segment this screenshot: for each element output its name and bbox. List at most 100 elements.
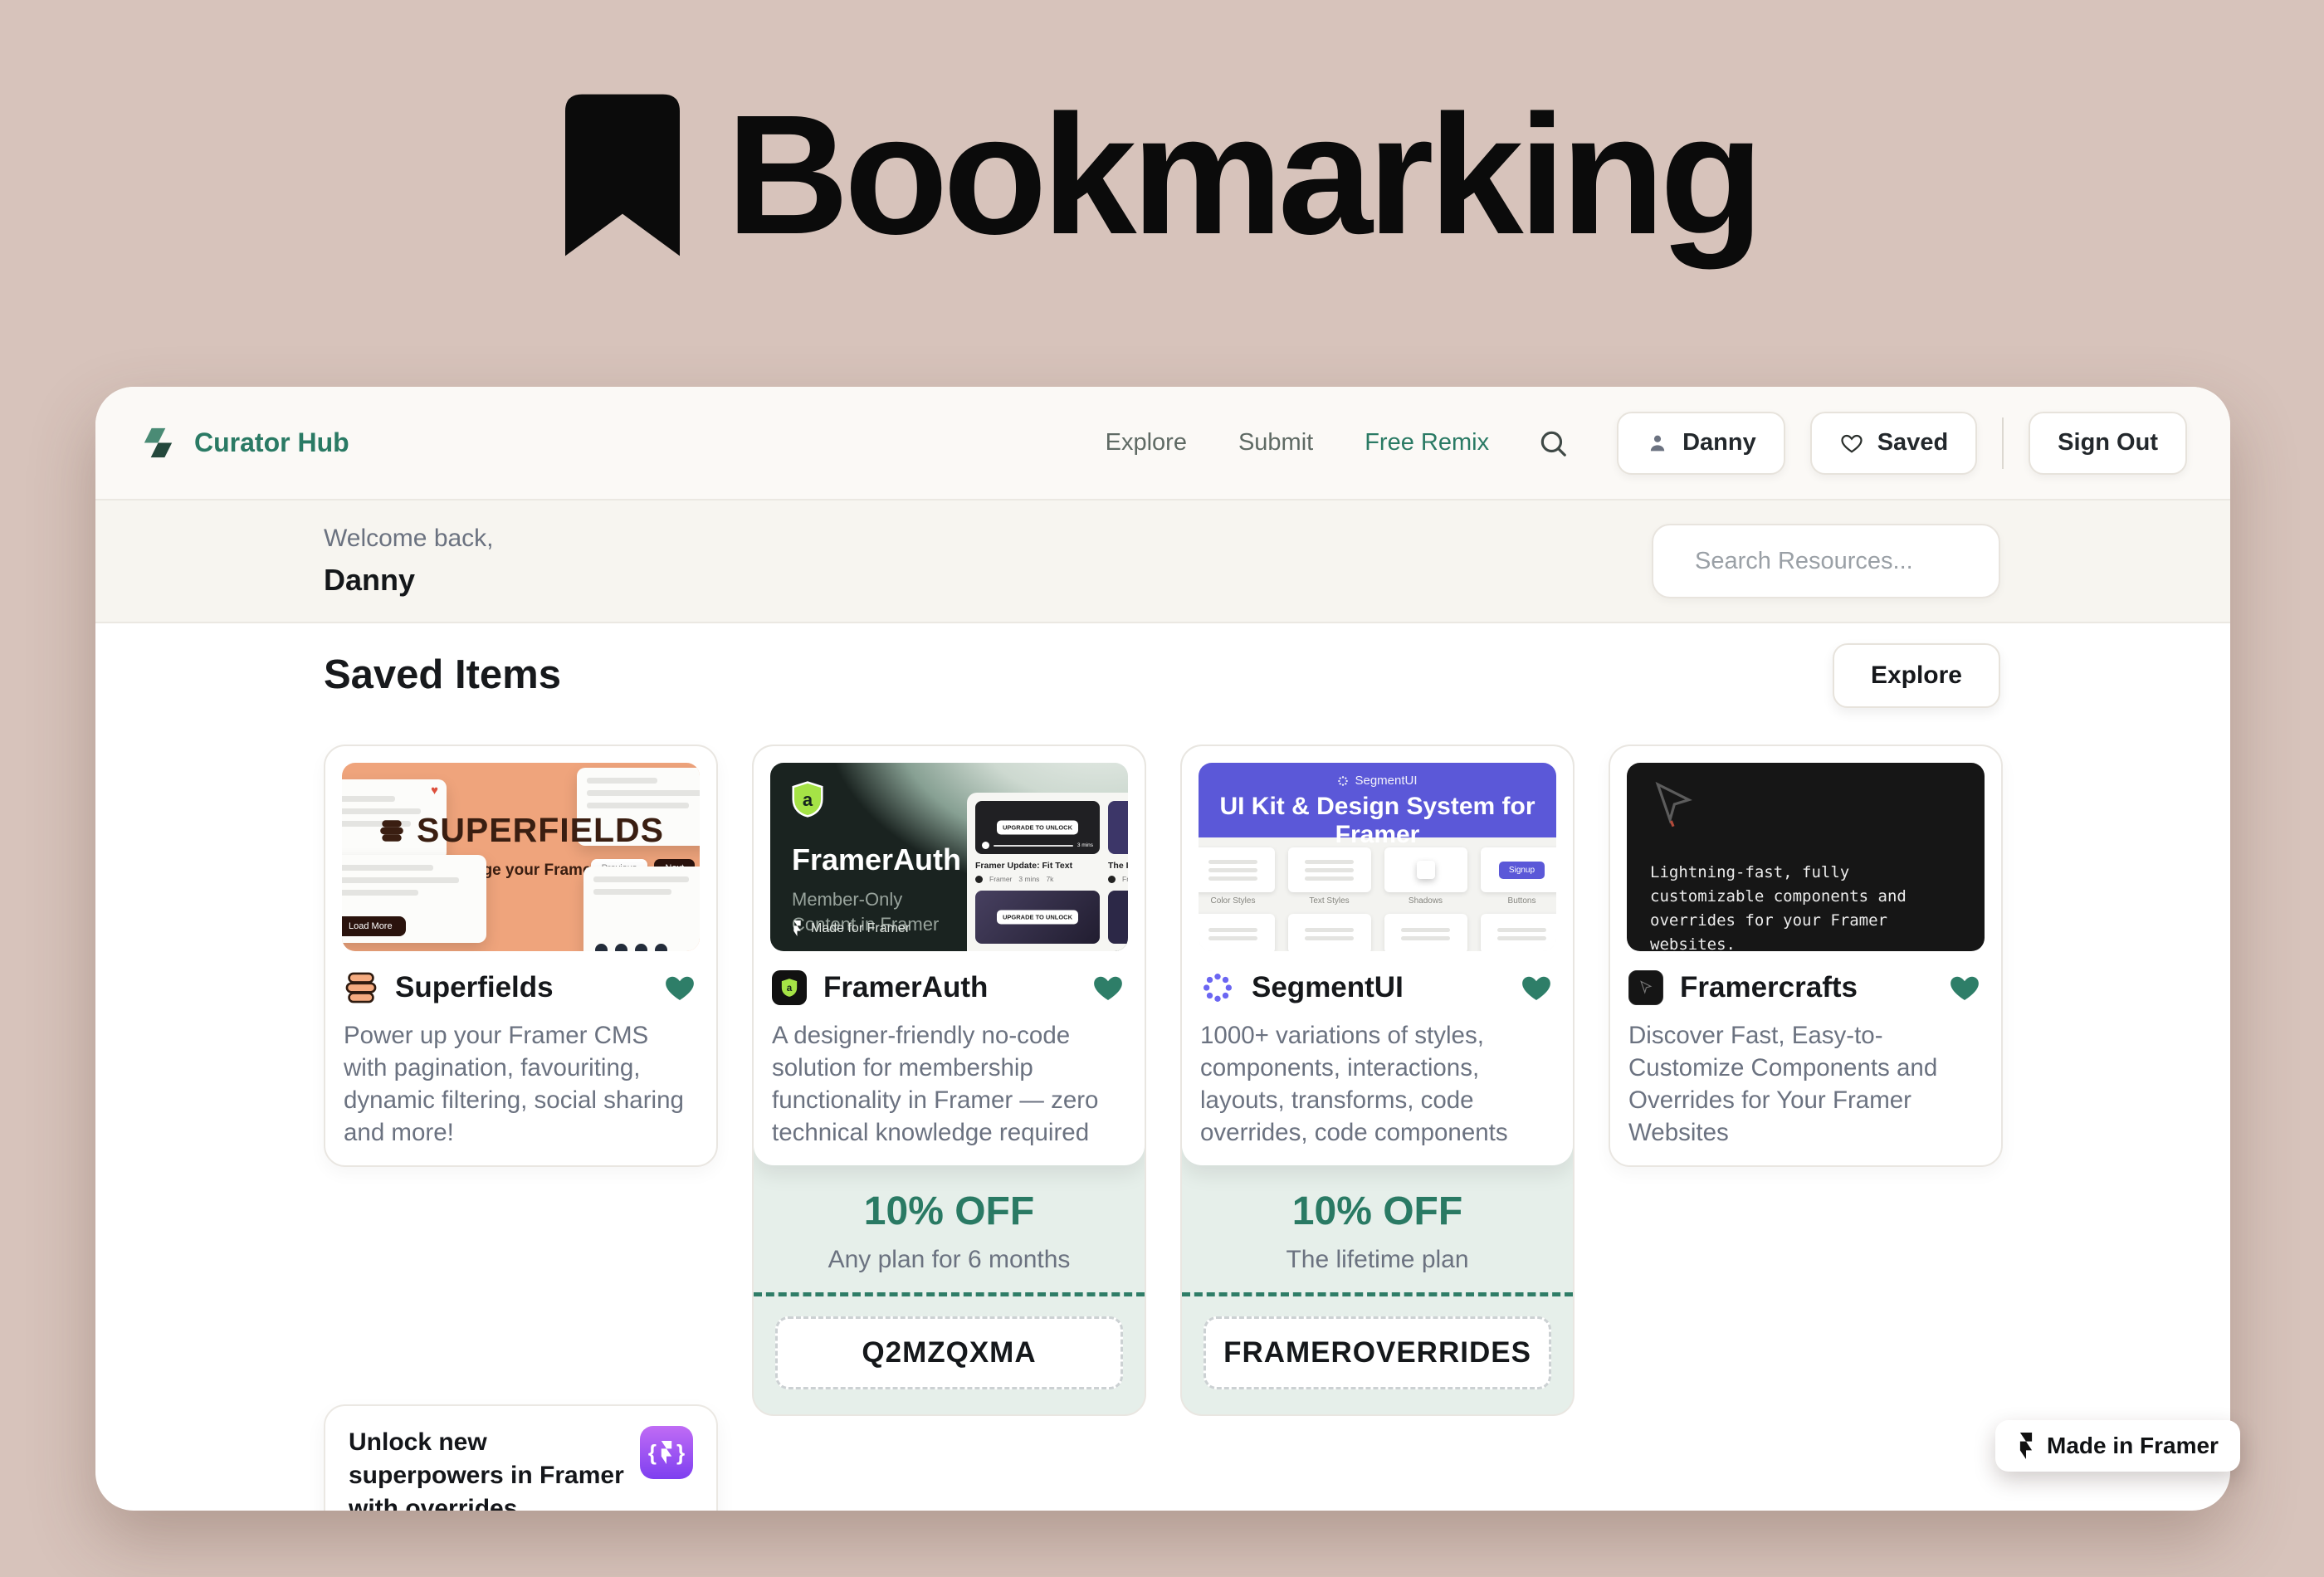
card-framerauth[interactable]: a FramerAuth Member-Only Content in Fram… [752,745,1146,1416]
duration-label: 3 mins [1077,842,1093,848]
framer-logo-icon [792,920,803,936]
upgrade-pill: UPGRADE TO UNLOCK [997,821,1078,835]
framerauth-app-icon: a [772,970,807,1005]
curator-hub-logo [139,423,178,462]
nav-link-submit[interactable]: Submit [1238,429,1313,456]
skeleton-line [587,778,657,784]
card-inner-panel: SegmentUI UI Kit & Design System for Fra… [1182,746,1573,1165]
video-column: The Inpu Fram [1108,801,1128,951]
framer-avatar-icon [1108,876,1116,883]
video-views: 7k [1046,875,1053,883]
skeleton-line [593,876,689,882]
brace-glyph: } [676,1440,685,1466]
card-segmentui[interactable]: SegmentUI UI Kit & Design System for Fra… [1180,745,1575,1416]
progress-line [994,845,1073,847]
coupon-code[interactable]: FRAMEROVERRIDES [1204,1316,1551,1389]
dashed-separator [1182,1292,1573,1296]
coupon-code[interactable]: Q2MZQXMA [775,1316,1123,1389]
explore-button-label: Explore [1871,662,1962,690]
preview-cell: Shadows [1383,847,1469,906]
saved-button[interactable]: Saved [1810,412,1977,475]
superfields-logo-text: SUPERFIELDS [417,811,664,850]
social-dot-icon [635,944,647,951]
shadow-sample [1417,861,1435,879]
framerauth-logo-text: FramerAuth [792,842,961,877]
promo-banner[interactable]: Unlock new superpowers in Framer with ov… [324,1404,718,1511]
skeleton-line [1305,868,1354,872]
video-thumbnail: UPGRADE TO UNLOCK 3 mins [975,801,1100,854]
superfields-logo-row: SUPERFIELDS [342,811,700,850]
discount-plan: The lifetime plan [1182,1246,1573,1274]
svg-text:a: a [787,983,793,994]
video-thumbnail [1108,801,1128,854]
heart-filled-icon[interactable] [1090,969,1126,1006]
preview-label: Color Styles [1211,896,1256,906]
app-header: Curator Hub Explore Submit Free Remix Da… [95,387,2230,500]
social-icons [595,944,667,951]
search-input[interactable] [1695,548,2008,575]
card-description: Power up your Framer CMS with pagination… [342,1019,700,1149]
burger-icon [378,817,406,845]
skeleton-line [1208,860,1257,864]
video-grid-panel: UPGRADE TO UNLOCK 3 mins Framer Update: … [967,793,1128,951]
discount-section: 10% OFF The lifetime plan FRAMEROVERRIDE… [1182,1165,1573,1389]
explore-button[interactable]: Explore [1833,643,2000,708]
video-author: Framer [989,875,1012,883]
segmentui-heading: UI Kit & Design System for Framer [1199,793,1556,849]
card-description: 1000+ variations of styles, components, … [1199,1019,1556,1149]
signout-button-label: Sign Out [2058,429,2158,456]
card-title: Superfields [395,971,554,1004]
skeleton-line [342,865,433,871]
preview-cell: Pricing Sections [1286,914,1373,951]
signup-pill: Signup [1499,862,1545,879]
card-superfields[interactable]: ♥ SU [324,745,718,1167]
made-for-framer: Made for Framer [792,920,910,936]
resource-search[interactable] [1652,524,2000,598]
signout-button[interactable]: Sign Out [2029,412,2187,475]
framercrafts-tagline: Lightning-fast, fully customizable compo… [1650,861,1970,951]
discount-plan: Any plan for 6 months [754,1246,1145,1274]
heart-filled-icon[interactable] [662,969,698,1006]
preview-mini-card: Signup [1481,847,1557,892]
heart-filled-icon[interactable] [1518,969,1555,1006]
discount-amount: 10% OFF [754,1189,1145,1234]
shield-icon: a [781,978,798,998]
preview-mini-card [1481,914,1557,951]
main-nav: Explore Submit Free Remix [1106,429,1489,456]
video-thumbnail: UPGRADE TO UNLOCK [975,891,1100,944]
greeting: Welcome back, [324,525,494,553]
preview-mini-card [1288,847,1371,892]
preview-label: Text Styles [1309,896,1349,906]
preview-cell: Contact Sections [1383,914,1469,951]
promo-head: Unlock new superpowers in Framer with ov… [349,1426,693,1511]
preview-cell: Color Styles [1199,847,1277,906]
card-title-row: Framercrafts [1627,969,1985,1006]
nav-link-free-remix[interactable]: Free Remix [1365,429,1489,456]
video-author: Fram [1122,875,1128,883]
card-title: Framercrafts [1680,971,1858,1004]
nav-search-button[interactable] [1537,427,1569,459]
heart-filled-icon[interactable] [1946,969,1983,1006]
card-title: SegmentUI [1252,971,1404,1004]
mock-card: Load More [342,855,486,943]
skeleton-line [1497,928,1546,932]
made-in-framer-badge[interactable]: Made in Framer [1995,1420,2240,1472]
skeleton-line [1305,928,1354,932]
user-name: Danny [324,563,494,598]
superfields-cover-image: ♥ SU [342,763,700,951]
skeleton-line [1208,928,1257,932]
cursor-icon [1638,979,1654,996]
nav-link-explore[interactable]: Explore [1106,429,1187,456]
hero: Bookmarking [0,80,2324,271]
play-icon [982,842,989,849]
discount-section: 10% OFF Any plan for 6 months Q2MZQXMA [754,1165,1145,1389]
card-title: FramerAuth [823,971,988,1004]
upgrade-pill: UPGRADE TO UNLOCK [997,911,1078,925]
social-dot-icon [595,944,608,951]
skeleton-line [1208,876,1257,881]
card-framercrafts[interactable]: Lightning-fast, fully customizable compo… [1609,745,2003,1167]
skeleton-line [1305,936,1354,940]
user-button[interactable]: Danny [1617,412,1785,475]
brand[interactable]: Curator Hub [139,423,349,462]
skeleton-line [587,790,700,796]
